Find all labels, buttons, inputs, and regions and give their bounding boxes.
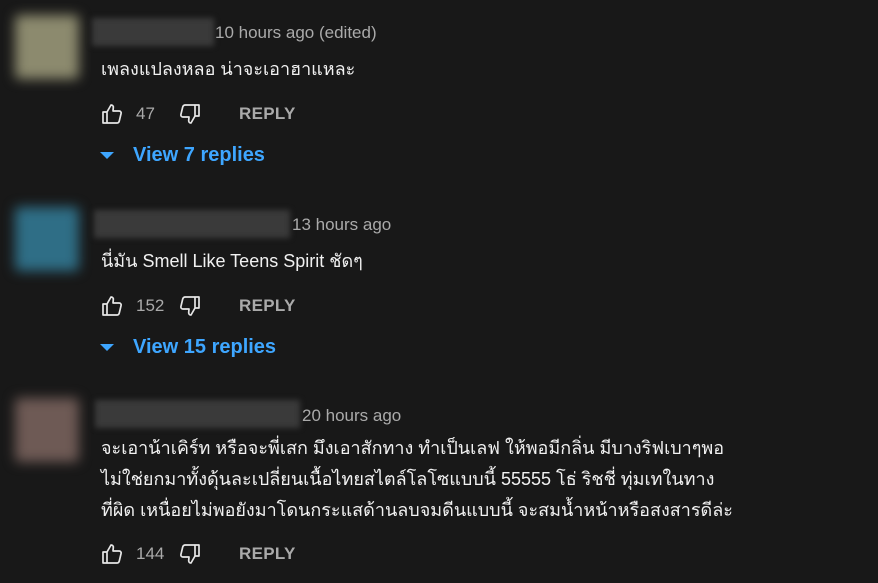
thumbs-down-icon[interactable] <box>178 542 202 566</box>
thumbs-up-icon[interactable] <box>100 294 124 318</box>
comment-text-line: ที่ผิด เหนื่อยไม่พอยังมาโดนกระแสด้านลบจม… <box>101 500 733 520</box>
view-replies-label: View 7 replies <box>133 144 265 166</box>
thumbs-up-icon[interactable] <box>100 542 124 566</box>
view-replies-label: View 15 replies <box>133 336 277 358</box>
comment-text: จะเอาน้าเคิร์ท หรือจะพี่เสก มึงเอาสักทาง… <box>101 433 861 526</box>
like-count: 47 <box>136 104 155 123</box>
like-count: 152 <box>136 296 165 315</box>
like-count: 144 <box>136 544 165 563</box>
comment-text: นี่มัน Smell Like Teens Spirit ชัดๆ <box>101 251 363 271</box>
comment-actions: 152 REPLY <box>100 291 296 321</box>
comment-text-line: ไม่ใช่ยกมาทั้งดุ้นละเปลี่ยนเนื้อไทยสไตล์… <box>101 469 715 489</box>
comment-timestamp[interactable]: 10 hours ago (edited) <box>215 23 377 43</box>
caret-down-icon <box>100 344 114 351</box>
avatar[interactable] <box>15 207 79 271</box>
avatar[interactable] <box>15 398 79 462</box>
thumbs-down-icon[interactable] <box>178 102 202 126</box>
comment-timestamp[interactable]: 13 hours ago <box>292 215 391 235</box>
view-replies-button[interactable]: View 7 replies <box>100 144 265 167</box>
thumbs-down-icon[interactable] <box>178 294 202 318</box>
comment-timestamp[interactable]: 20 hours ago <box>302 406 401 426</box>
reply-button[interactable]: REPLY <box>239 104 296 124</box>
caret-down-icon <box>100 152 114 159</box>
reply-button[interactable]: REPLY <box>239 544 296 564</box>
comment-text-line: จะเอาน้าเคิร์ท หรือจะพี่เสก มึงเอาสักทาง… <box>101 438 725 458</box>
reply-button[interactable]: REPLY <box>239 296 296 316</box>
avatar[interactable] <box>15 15 79 79</box>
comment-actions: 47 REPLY <box>100 99 296 129</box>
author-name-blurred[interactable] <box>94 210 290 238</box>
author-name-blurred[interactable] <box>92 18 214 46</box>
thumbs-up-icon[interactable] <box>100 102 124 126</box>
comment-text: เพลงแปลงหลอ น่าจะเอาฮาแหละ <box>101 59 356 79</box>
view-replies-button[interactable]: View 15 replies <box>100 336 276 359</box>
comment-actions: 144 REPLY <box>100 539 296 569</box>
author-name-blurred[interactable] <box>95 400 300 428</box>
